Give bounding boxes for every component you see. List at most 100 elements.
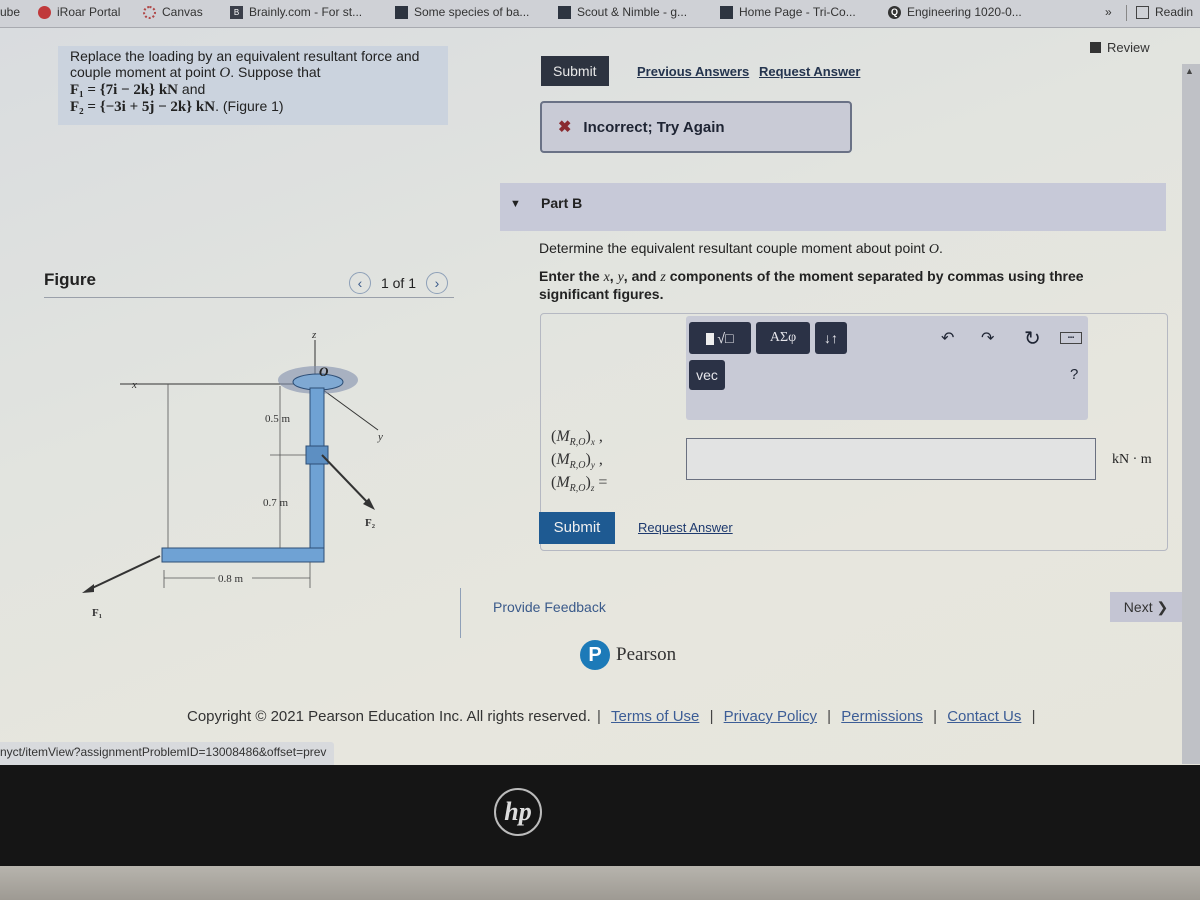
undo-icon[interactable]: ↶	[941, 328, 954, 348]
subscript-superscript-button[interactable]: ↓↑	[815, 322, 847, 354]
part-b-request-answer-link[interactable]: Request Answer	[638, 520, 733, 535]
part-a-submit-button[interactable]: Submit	[541, 56, 609, 86]
question-text: Determine the equivalent resultant coupl…	[539, 240, 926, 256]
contact-us-link[interactable]: Contact Us	[947, 708, 1021, 725]
redo-icon[interactable]: ↷	[981, 328, 994, 348]
greek-symbols-button[interactable]: ΑΣφ	[756, 322, 810, 354]
bookmark-label: iRoar Portal	[57, 5, 121, 19]
bookmark-canvas[interactable]: Canvas	[143, 5, 203, 19]
dimension-0-7m: 0.7 m	[263, 497, 289, 509]
terms-of-use-link[interactable]: Terms of Use	[611, 708, 699, 725]
review-label: Review	[1107, 40, 1150, 55]
keyboard-icon[interactable]: ▪▪▪	[1060, 332, 1082, 344]
help-button[interactable]: ?	[1070, 366, 1078, 383]
bookmark-iroar-portal[interactable]: iRoar Portal	[38, 5, 120, 19]
page-icon	[395, 5, 408, 19]
force-f2-label: F₂	[365, 517, 376, 529]
iroar-icon	[38, 5, 51, 19]
pearson-name: Pearson	[616, 644, 677, 665]
brainly-icon: B	[230, 5, 243, 19]
instructions-text: Enter the	[539, 268, 604, 284]
figure-pager: ‹ 1 of 1 ›	[348, 272, 448, 294]
bookmark-label: Canvas	[162, 5, 203, 19]
moment-component-labels: (MR,O)x , (MR,O)y , (MR,O)z =	[551, 428, 608, 495]
part-b-label: Part B	[541, 195, 583, 211]
figure-link[interactable]: . (Figure 1)	[215, 98, 283, 114]
pearson-logo-icon: P	[580, 640, 610, 670]
collar	[305, 445, 329, 465]
incorrect-feedback: ✖ Incorrect; Try Again	[540, 101, 852, 153]
part-b-header[interactable]: ▼ Part B	[500, 183, 1166, 231]
question-point: O	[928, 242, 940, 257]
reading-list-icon	[1136, 5, 1149, 19]
next-figure-button[interactable]: ›	[426, 272, 448, 294]
problem-suppose: . Suppose that	[230, 64, 321, 80]
more-bookmarks-button[interactable]: »	[1105, 5, 1112, 19]
copyright-text: Copyright © 2021 Pearson Education Inc. …	[187, 708, 591, 725]
bookmark-label: Engineering 1020-0...	[907, 5, 1022, 19]
force-f1-suffix: and	[178, 81, 206, 97]
instructions-text: , and	[623, 268, 661, 284]
footer: Copyright © 2021 Pearson Education Inc. …	[187, 708, 1037, 725]
scroll-up-arrow-icon[interactable]: ▲	[1185, 66, 1194, 76]
review-button[interactable]: Review	[1090, 40, 1150, 55]
bookmark-youtube[interactable]: ube	[0, 5, 20, 19]
previous-figure-button[interactable]: ‹	[348, 272, 371, 294]
pearson-branding: P Pearson	[580, 640, 676, 670]
templates-label: √□	[717, 330, 734, 346]
z-axis-label: z	[311, 329, 317, 341]
force-f1-arrow	[87, 555, 161, 591]
dimension-0-8m: 0.8 m	[218, 573, 244, 585]
scrollbar[interactable]	[1182, 64, 1200, 764]
moment-answer-input[interactable]	[686, 438, 1096, 480]
review-icon	[1090, 42, 1101, 53]
reset-icon[interactable]: ↻	[1024, 326, 1041, 351]
instructions-text: ,	[609, 268, 618, 284]
permissions-link[interactable]: Permissions	[841, 708, 923, 725]
part-b-instructions: Enter the x, y, and z components of the …	[539, 268, 1119, 303]
previous-answers-link[interactable]: Previous Answers	[637, 64, 749, 79]
bookmark-home-page[interactable]: Home Page - Tri-Co...	[720, 5, 856, 19]
next-button[interactable]: Next ❯	[1110, 592, 1182, 622]
bookmarks-divider	[1126, 5, 1127, 21]
footer-separator: |	[596, 708, 601, 725]
page-icon	[558, 5, 571, 19]
force-f1-label: F₁	[92, 607, 102, 619]
more-bookmarks-label: »	[1105, 5, 1112, 19]
part-b-question: Determine the equivalent resultant coupl…	[539, 240, 943, 258]
provide-feedback-link[interactable]: Provide Feedback	[493, 599, 606, 615]
reading-list-label: Readin	[1155, 5, 1194, 19]
footer-separator: |	[827, 708, 832, 725]
laptop-base	[0, 866, 1200, 900]
incorrect-x-icon: ✖	[558, 119, 572, 136]
bookmark-engineering[interactable]: Q Engineering 1020-0...	[888, 5, 1022, 19]
force-f1-arrowhead	[82, 584, 94, 593]
collapse-triangle-icon[interactable]: ▼	[510, 198, 521, 210]
x-axis-label: x	[131, 379, 137, 391]
feedback-text: Incorrect; Try Again	[583, 118, 725, 136]
question-suffix: .	[939, 240, 943, 256]
problem-point: O	[219, 65, 231, 81]
hp-logo-icon: hp	[494, 788, 542, 836]
y-axis-label: y	[377, 431, 383, 443]
figure-title: Figure	[44, 270, 96, 289]
mastering-page: Review ▲ Replace the loading by an equiv…	[0, 28, 1200, 765]
privacy-policy-link[interactable]: Privacy Policy	[724, 708, 817, 725]
bookmark-label: ube	[0, 5, 21, 19]
part-a-request-answer-link[interactable]: Request Answer	[759, 64, 860, 79]
unit-label: kN · m	[1112, 452, 1152, 467]
footer-separator: |	[933, 708, 938, 725]
bookmark-scout-nimble[interactable]: Scout & Nimble - g...	[558, 5, 687, 19]
math-toolbar: √□ ΑΣφ ↓↑ ↶ ↷ ↻ ▪▪▪ vec ?	[686, 316, 1088, 420]
bookmark-brainly[interactable]: B Brainly.com - For st...	[230, 5, 362, 19]
dimension-0-5m: 0.5 m	[265, 413, 291, 425]
point-o-label: O	[319, 364, 329, 379]
bookmark-some-species[interactable]: Some species of ba...	[395, 5, 529, 19]
reading-list-button[interactable]: Readin	[1136, 5, 1193, 19]
bookmark-label: Home Page - Tri-Co...	[739, 5, 856, 19]
panel-divider	[460, 588, 461, 638]
vector-button[interactable]: vec	[689, 360, 725, 390]
figure-diagram: x z y O 0.5 m 0.7 m 0.8 m F₁ F₂	[82, 329, 383, 619]
templates-button[interactable]: √□	[689, 322, 751, 354]
part-b-submit-button[interactable]: Submit	[539, 512, 615, 544]
